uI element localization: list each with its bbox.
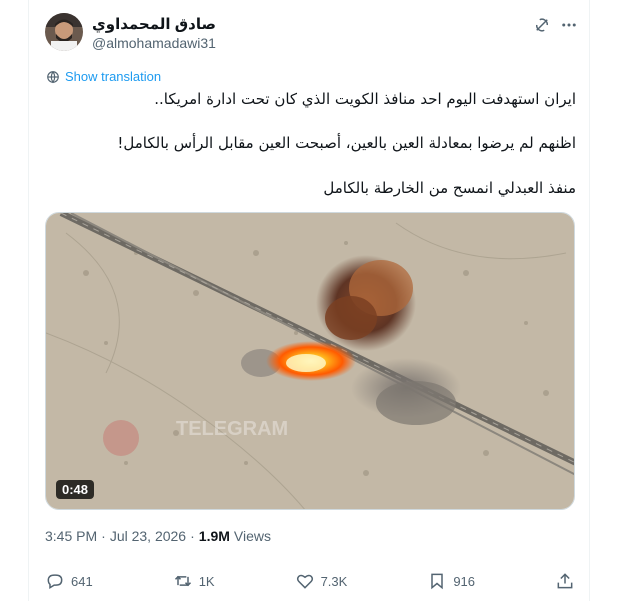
more-button[interactable] — [558, 14, 580, 36]
tweet-date[interactable]: Jul 23, 2026 — [110, 528, 186, 544]
repost-button[interactable]: 1K — [173, 571, 215, 591]
video-player[interactable]: TELEGRAM 0:48 — [45, 212, 575, 510]
show-translation-label: Show translation — [65, 69, 162, 84]
video-duration: 0:48 — [56, 480, 95, 499]
tweet-text-line: اظنهم لم يرضوا بمعادلة العين بالعين، أصب… — [117, 134, 576, 152]
meta-separator: · — [101, 528, 106, 544]
tweet-text-line: ايران استهدفت اليوم احد منافذ الكويت الذ… — [154, 90, 576, 108]
views-label: Views — [233, 528, 271, 544]
bookmark-count: 916 — [453, 573, 476, 589]
tweet-time[interactable]: 3:45 PM — [45, 528, 97, 544]
tweet-meta: 3:45 PM · Jul 23, 2026 · 1.9M Views — [45, 528, 271, 544]
like-count: 7.3K — [320, 573, 348, 589]
repost-count: 1K — [198, 573, 215, 589]
bookmark-button[interactable]: 916 — [427, 571, 475, 591]
action-bar: 641 1K 7.3K 916 — [45, 571, 575, 591]
bookmark-icon — [431, 573, 444, 590]
translate-icon — [47, 70, 59, 83]
share-button[interactable] — [555, 571, 575, 591]
tweet-text-line: منفذ العبدلي انمسح من الخارطة بالكامل — [323, 179, 576, 197]
grok-icon — [536, 18, 548, 32]
show-translation-link[interactable]: Show translation — [46, 69, 161, 84]
video-thumbnail: TELEGRAM — [46, 213, 574, 509]
reply-icon — [47, 574, 63, 589]
like-button[interactable]: 7.3K — [295, 571, 348, 591]
views-count: 1.9M — [198, 528, 230, 544]
meta-separator: · — [190, 528, 195, 544]
more-icon — [562, 23, 576, 27]
share-icon — [557, 573, 573, 589]
repost-icon — [174, 575, 191, 587]
display-name[interactable]: صادق المحمداوي — [92, 15, 216, 33]
like-icon — [296, 574, 313, 589]
reply-count: 641 — [71, 573, 93, 589]
user-handle[interactable]: @almohamadawi31 — [92, 35, 216, 51]
reply-button[interactable]: 641 — [45, 571, 93, 591]
grok-button[interactable] — [531, 14, 553, 36]
video-watermark: TELEGRAM — [176, 418, 288, 440]
avatar[interactable] — [45, 13, 83, 51]
